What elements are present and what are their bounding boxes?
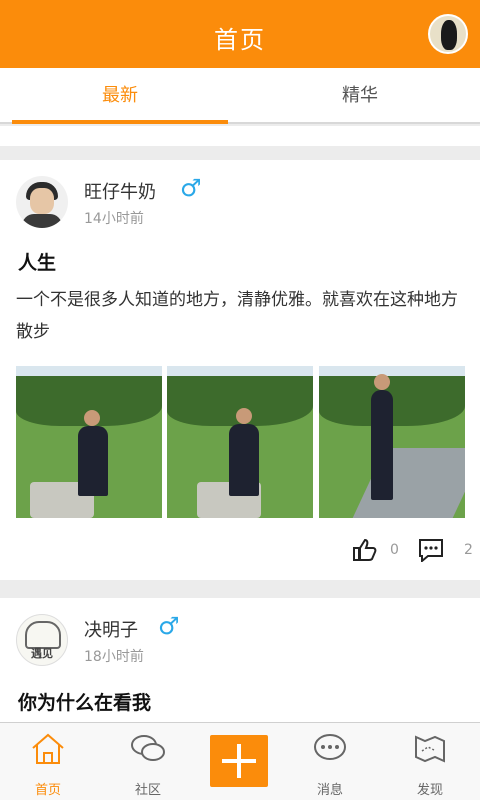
post-card[interactable]: 旺仔牛奶 ♂ 14小时前 人生 一个不是很多人知道的地方，清静优雅。就喜欢在这种… bbox=[0, 160, 480, 580]
post-image[interactable] bbox=[319, 366, 465, 518]
discover-icon bbox=[415, 735, 445, 763]
author-name[interactable]: 决明子 bbox=[84, 616, 138, 642]
home-icon bbox=[32, 733, 64, 764]
post-time: 14小时前 bbox=[84, 211, 144, 227]
divider bbox=[0, 126, 480, 146]
avatar[interactable]: 遇见 bbox=[16, 614, 68, 666]
add-post-button[interactable] bbox=[210, 735, 268, 787]
tab-latest[interactable]: 最新 bbox=[0, 68, 240, 124]
post-title: 你为什么在看我 bbox=[18, 692, 152, 714]
post-actions: 0 2 bbox=[280, 536, 480, 566]
author-name[interactable]: 旺仔牛奶 bbox=[84, 178, 156, 204]
nav-label: 首页 bbox=[34, 783, 61, 798]
bottom-nav: 首页 社区 消息 发现 bbox=[0, 722, 480, 800]
like-count: 0 bbox=[390, 542, 399, 558]
comment-count: 2 bbox=[464, 542, 473, 558]
nav-discover[interactable]: 发现 bbox=[382, 723, 478, 800]
nav-messages[interactable]: 消息 bbox=[282, 723, 378, 800]
avatar-face-icon bbox=[441, 20, 457, 50]
tab-featured[interactable]: 精华 bbox=[240, 68, 480, 124]
post-image[interactable] bbox=[16, 366, 162, 518]
page-title: 首页 bbox=[214, 26, 266, 54]
post-card[interactable]: 遇见 决明子 ♂ 18小时前 你为什么在看我 bbox=[0, 598, 480, 722]
nav-label: 社区 bbox=[134, 783, 161, 798]
message-icon bbox=[314, 734, 346, 760]
avatar[interactable] bbox=[16, 176, 68, 228]
post-title: 人生 bbox=[18, 252, 57, 274]
nav-label: 消息 bbox=[316, 783, 343, 798]
feed-tabs: 最新 精华 bbox=[0, 68, 480, 124]
community-icon bbox=[131, 735, 165, 761]
user-avatar[interactable] bbox=[428, 14, 468, 54]
nav-home[interactable]: 首页 bbox=[0, 723, 96, 800]
comment-icon[interactable] bbox=[418, 538, 444, 562]
male-icon: ♂ bbox=[180, 174, 202, 202]
tab-indicator bbox=[12, 120, 228, 124]
nav-community[interactable]: 社区 bbox=[100, 723, 196, 800]
post-body: 一个不是很多人知道的地方，清静优雅。就喜欢在这种地方散步 bbox=[16, 290, 458, 342]
post-image[interactable] bbox=[167, 366, 313, 518]
post-time: 18小时前 bbox=[84, 649, 144, 665]
male-icon: ♂ bbox=[158, 612, 180, 640]
app-header: 首页 bbox=[0, 0, 480, 68]
avatar-text: 遇见 bbox=[31, 647, 53, 660]
nav-label: 发现 bbox=[416, 783, 443, 798]
like-icon[interactable] bbox=[352, 538, 378, 562]
